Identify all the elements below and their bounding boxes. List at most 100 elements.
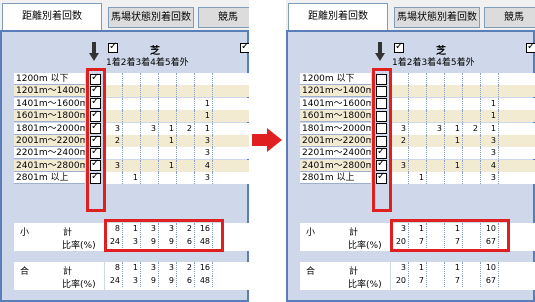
total-cell [463,262,481,274]
table-cell [105,73,123,85]
total-cell: 67 [481,275,499,287]
table-cell [123,97,141,110]
table-cell: 2 [105,135,123,147]
row-label: 1401m～1600m [300,97,371,110]
table-row: 13 [391,172,535,185]
subtotal-label-2: 計 [63,228,73,238]
sort-toggle[interactable] [84,40,105,65]
highlight-box-checks [372,68,392,212]
table-cell [463,110,481,123]
table-cell [445,73,463,85]
total-row: 3 1 1 10 [391,262,535,274]
total-ratio-label: 比率(%) [62,280,96,290]
row-label: 1601m～1800m [300,110,371,123]
total-cell: 3 [123,275,141,287]
table-cell [105,172,123,185]
table-cell [427,135,445,147]
table-cell: 3 [195,135,213,147]
table-row: 3 [391,147,535,160]
total-row: 20 7 7 67 [391,275,535,287]
table-cell [427,85,445,98]
table-cell: 3 [481,135,499,147]
table-row: 1 [105,97,249,110]
total-label-2: 計 [349,267,359,277]
table-cell [123,110,141,123]
table-cell: 1 [159,135,177,147]
table-cell [445,172,463,185]
table-row: 13 [105,172,249,185]
total-cell: 9 [159,275,177,287]
total-cell: 7 [409,275,427,287]
table-cell [409,135,427,147]
table-cell: 3 [141,122,159,135]
table-cell [141,135,159,147]
table-cell [391,172,409,185]
row-label: 2001m～2200m [300,135,371,147]
tab-2[interactable]: 競馬 [484,7,535,28]
highlight-box-subtotal [390,219,510,252]
table-cell: 1 [445,135,463,147]
table-cell [141,159,159,172]
total-cell: 2 [177,262,195,274]
highlight-box-checks [86,68,106,212]
table-cell: 1 [409,172,427,185]
table-cell [141,85,159,98]
row-label: 2401m～2800m [300,159,371,172]
total-cell: 7 [445,275,463,287]
total-cell: 20 [391,275,409,287]
total-cell [463,275,481,287]
table-cell [159,73,177,85]
table-cell: 1 [195,122,213,135]
table-cell: 1 [445,159,463,172]
surface-checkbox[interactable] [394,41,404,53]
tab-2[interactable]: 競馬 [198,7,249,28]
table-cell [141,73,159,85]
table-cell [427,110,445,123]
row-label: 2801m 以上 [14,172,85,185]
table-row [391,85,535,98]
table-cell [391,85,409,98]
down-arrow-icon [89,42,99,62]
table-cell: 1 [195,110,213,123]
table-cell: 1 [159,122,177,135]
table-cell: 3 [105,122,123,135]
surface-checkbox-2[interactable] [240,41,249,53]
table-row: 3 [105,147,249,160]
table-cell [159,172,177,185]
total-ratio-label: 比率(%) [348,280,382,290]
total-row: 8 1 3 3 2 16 [105,262,249,274]
tab-0[interactable]: 距離別着回数 [288,3,388,30]
table-row: 33121 [391,122,535,135]
total-row: 24 3 9 9 6 48 [105,275,249,287]
table-row [391,73,535,85]
total-cell [427,262,445,274]
table-row [105,73,249,85]
sort-toggle[interactable] [370,40,391,65]
row-label: 2201m～2400m [14,147,85,160]
table-row: 2 1 3 [391,135,535,147]
table-cell [123,135,141,147]
total-cell: 24 [105,275,123,287]
row-label: 1201m～1400m [14,85,85,98]
total-cell: 6 [177,275,195,287]
table-cell [427,147,445,160]
table-row: 2 1 3 [105,135,249,147]
table-cell [123,73,141,85]
table-cell [391,73,409,85]
table-cell [141,147,159,160]
total-cell: 8 [105,262,123,274]
table-cell [427,172,445,185]
tab-1[interactable]: 馬場状態別着回数 [108,7,194,28]
table-cell [463,147,481,160]
row-label: 1200m 以下 [14,73,85,85]
table-cell [445,85,463,98]
tab-0[interactable]: 距離別着回数 [2,3,102,30]
surface-checkbox-2[interactable] [526,41,535,53]
table-cell: 4 [481,159,499,172]
surface-checkbox[interactable] [108,41,118,53]
table-cell [463,97,481,110]
table-cell: 1 [195,97,213,110]
table-cell: 3 [195,172,213,185]
tab-1[interactable]: 馬場状態別着回数 [394,7,480,28]
table-cell: 3 [427,122,445,135]
